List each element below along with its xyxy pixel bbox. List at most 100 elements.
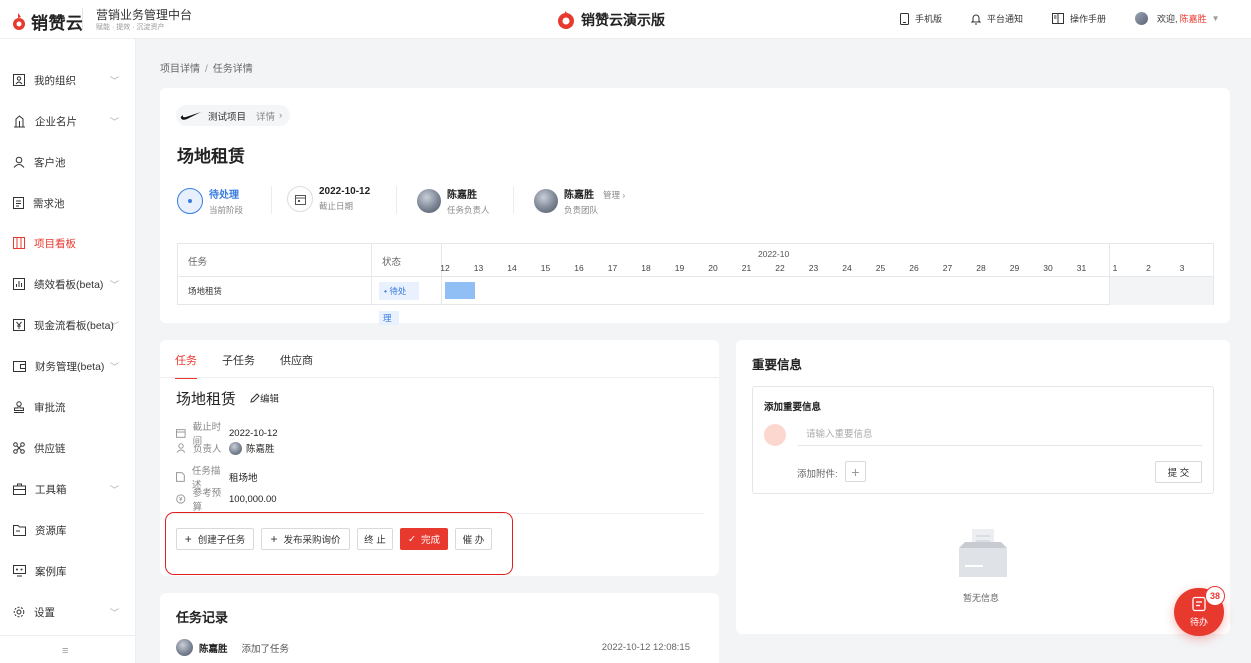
gantt-day-label: 31	[1076, 263, 1087, 273]
toolbox-icon	[13, 483, 26, 495]
publish-rfq-button[interactable]: + 发布采购询价	[261, 528, 350, 550]
project-tag[interactable]: 测试项目 详情 ›	[176, 105, 291, 126]
sidebar-item-label: 项目看板	[34, 237, 76, 250]
brand-logo[interactable]: 销赞云	[12, 9, 84, 34]
sidebar: 我的组织 ﹀ 企业名片 ﹀ 客户池 需求池 项目看板 绩效看板(beta) ﹀ …	[0, 39, 136, 663]
breadcrumb-task-detail: 任务详情	[212, 64, 253, 75]
network-icon	[13, 442, 25, 454]
meta-stage: 待处理 当前阶段	[177, 186, 243, 216]
avatar	[764, 424, 786, 446]
breadcrumb-project-detail[interactable]: 项目详情	[160, 64, 200, 75]
sidebar-item-performance[interactable]: 绩效看板(beta) ﹀	[0, 271, 135, 297]
pencil-icon	[250, 393, 260, 403]
gantt-day-label: 21	[741, 263, 752, 273]
gantt-day-label: 30	[1043, 263, 1053, 273]
book-icon	[1052, 13, 1065, 24]
team-label: 负责团队	[564, 205, 599, 215]
field-owner: 负责人 陈嘉胜	[176, 441, 275, 455]
mobile-link[interactable]: 手机版	[900, 12, 942, 25]
sidebar-item-demand-pool[interactable]: 需求池	[0, 190, 135, 216]
user-menu[interactable]: 欢迎, 陈嘉胜 ▼	[1135, 12, 1220, 25]
user-avatar	[1135, 12, 1149, 25]
submit-button[interactable]: 提 交	[1155, 461, 1202, 483]
meta-owner: 陈嘉胜 任务负责人	[417, 186, 490, 216]
sidebar-item-label: 企业名片	[35, 115, 77, 128]
brand-name: 销赞云	[31, 14, 84, 33]
platform-subtitle: 赋能 · 提效 · 沉淀资产	[96, 24, 165, 31]
coin-icon	[176, 494, 186, 504]
field-value: 租场地	[229, 473, 258, 484]
gear-icon	[13, 606, 25, 618]
sidebar-item-finance[interactable]: 财务管理(beta) ﹀	[0, 353, 135, 379]
sidebar-item-supply-chain[interactable]: 供应链	[0, 435, 135, 461]
gantt-day-label: 24	[842, 263, 852, 273]
meta-divider	[513, 186, 514, 214]
sidebar-item-approval[interactable]: 审批流	[0, 394, 135, 420]
notification-link[interactable]: 平台通知	[971, 12, 1023, 25]
collapse-menu-icon[interactable]: ≡	[62, 645, 68, 657]
sidebar-item-cashflow[interactable]: 现金流看板(beta) ﹀	[0, 312, 135, 338]
chevron-down-icon: ﹀	[109, 484, 119, 495]
project-detail-link: 详情	[256, 111, 276, 123]
gantt-day-label: 3	[1179, 263, 1185, 273]
info-box-title: 添加重要信息	[764, 402, 822, 413]
meta-divider	[271, 186, 272, 214]
record-user: 陈嘉胜	[199, 643, 228, 655]
create-subtask-button[interactable]: + 创建子任务	[176, 528, 254, 550]
manage-team-link[interactable]: 管理 ›	[603, 190, 625, 200]
gantt-chart: 任务 状态 2022-10 12 13 14 15 16 17 18 19 20 21 22 23 24…	[177, 243, 1214, 305]
sidebar-item-customer-pool[interactable]: 客户池	[0, 149, 135, 175]
tab-supplier[interactable]: 供应商	[280, 352, 313, 379]
status-badge: • 待处	[379, 282, 419, 300]
owner-label: 任务负责人	[447, 205, 490, 215]
doc-icon	[176, 472, 185, 482]
important-info-input[interactable]	[798, 424, 1202, 446]
gantt-task-bar[interactable]	[445, 282, 475, 299]
gantt-header-task: 任务	[178, 244, 372, 277]
gantt-row-task[interactable]: 场地租赁	[178, 277, 372, 305]
brand-mark-icon	[558, 11, 574, 29]
breadcrumb-separator: /	[205, 64, 208, 75]
clipboard-icon	[13, 197, 24, 209]
sidebar-item-my-org[interactable]: 我的组织 ﹀	[0, 67, 135, 93]
gantt-day-label: 15	[540, 263, 551, 273]
mobile-icon	[900, 12, 909, 25]
sidebar-item-label: 工具箱	[35, 483, 67, 496]
tab-task[interactable]: 任务	[175, 352, 197, 379]
field-value: 100,000.00	[229, 493, 277, 505]
sidebar-item-project-board[interactable]: 项目看板	[0, 230, 135, 256]
tab-subtask[interactable]: 子任务	[222, 352, 255, 379]
edit-button[interactable]: 编辑	[250, 391, 279, 405]
sidebar-item-settings[interactable]: 设置 ﹀	[0, 599, 135, 625]
gantt-day-label: 14	[507, 263, 517, 273]
sidebar-item-label: 供应链	[34, 442, 66, 455]
urge-button[interactable]: 催 办	[455, 528, 492, 550]
avatar	[176, 639, 193, 656]
sidebar-item-company-card[interactable]: 企业名片 ﹀	[0, 108, 135, 134]
sidebar-item-resource-lib[interactable]: 资源库	[0, 517, 135, 543]
bell-icon	[971, 14, 982, 24]
manual-label: 操作手册	[1070, 14, 1107, 24]
calendar-icon	[287, 186, 313, 212]
yen-icon	[13, 319, 25, 331]
chevron-down-icon: ﹀	[109, 607, 119, 618]
manual-link[interactable]: 操作手册	[1052, 12, 1106, 25]
sidebar-item-label: 客户池	[34, 156, 66, 169]
field-value: 2022-10-12	[229, 427, 278, 439]
sidebar-item-label: 我的组织	[34, 74, 76, 87]
terminate-button[interactable]: 终 止	[357, 528, 393, 550]
complete-button[interactable]: ✓ 完成	[400, 528, 448, 550]
task-detail-title: 场地租赁	[176, 391, 237, 408]
list-item: 陈嘉胜 添加了任务 2022-10-12 12:08:15	[176, 639, 690, 656]
gantt-day-label: 27	[942, 263, 953, 273]
sidebar-item-toolbox[interactable]: 工具箱 ﹀	[0, 476, 135, 502]
gantt-day-label: 20	[708, 263, 718, 273]
gantt-month: 2022-10	[758, 249, 790, 259]
owner-value: 陈嘉胜	[447, 190, 477, 201]
info-title: 重要信息	[752, 358, 803, 372]
gantt-day-label: 17	[607, 263, 618, 273]
logo-divider	[82, 8, 83, 30]
sidebar-item-case-lib[interactable]: 案例库	[0, 558, 135, 584]
gantt-day-label: 26	[909, 263, 919, 273]
add-attachment-button[interactable]: +	[845, 461, 866, 482]
